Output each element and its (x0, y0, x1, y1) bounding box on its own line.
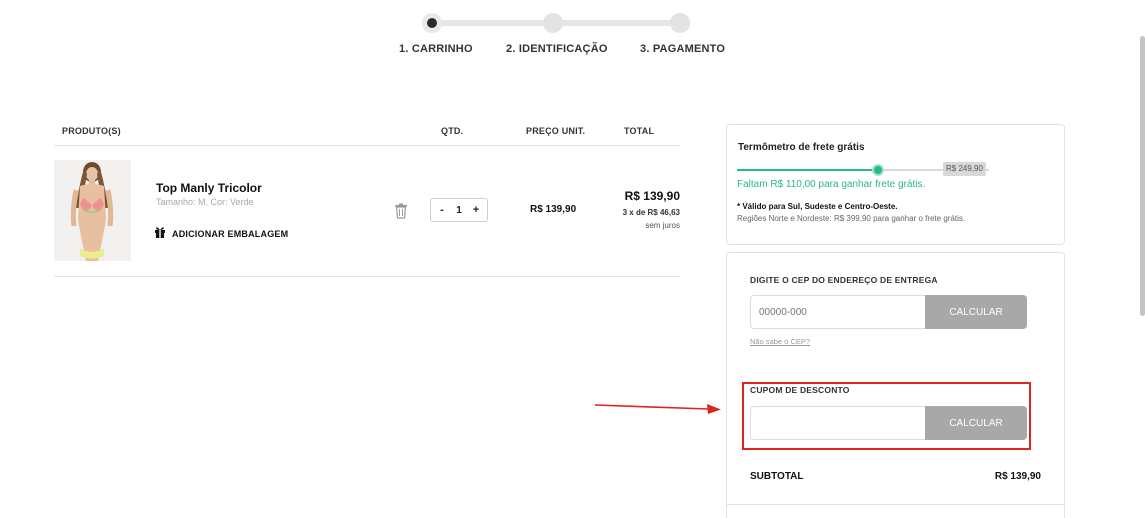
add-gift-wrap-button[interactable]: ADICIONAR EMBALAGEM (154, 225, 288, 243)
step-3-dot (670, 13, 690, 33)
product-image[interactable] (54, 160, 131, 261)
thermometer-title: Termômetro de frete grátis (738, 142, 865, 153)
quantity-stepper: - 1 + (430, 198, 488, 222)
step-3-label: 3. PAGAMENTO (640, 43, 726, 55)
remaining-message: Faltam R$ 110,00 para ganhar frete gráti… (737, 179, 926, 190)
checkout-stepper: 1. CARRINHO 2. IDENTIFICAÇÃO 3. PAGAMENT… (0, 0, 1145, 70)
installments-text: 3 x de R$ 46,63 (623, 208, 680, 217)
thermometer-goal-badge: R$ 249,90 (943, 162, 986, 176)
cep-label: DIGITE O CEP DO ENDEREÇO DE ENTREGA (750, 275, 938, 285)
thermometer-fill (737, 169, 879, 171)
unit-price: R$ 139,90 (530, 204, 577, 215)
cep-input[interactable] (750, 295, 925, 329)
coupon-label: CUPOM DE DESCONTO (750, 385, 850, 395)
qty-increase-button[interactable]: + (471, 204, 481, 216)
header-unit-price: PREÇO UNIT. (526, 126, 586, 136)
apply-coupon-button[interactable]: CALCULAR (925, 406, 1027, 440)
order-summary-panel: DIGITE O CEP DO ENDEREÇO DE ENTREGA CALC… (726, 252, 1065, 518)
gift-icon (154, 225, 166, 243)
cart-item-row: Top Manly Tricolor Tamanho: M, Cor: Verd… (54, 146, 680, 277)
coupon-input[interactable] (750, 406, 925, 440)
subtotal-label: SUBTOTAL (750, 471, 804, 482)
thermometer-knob (872, 164, 885, 176)
product-name[interactable]: Top Manly Tricolor (156, 181, 262, 195)
calculate-shipping-button[interactable]: CALCULAR (925, 295, 1027, 329)
trash-icon[interactable] (394, 203, 408, 219)
page-scrollbar[interactable] (1140, 36, 1145, 316)
header-product: PRODUTO(S) (62, 126, 121, 136)
installments-prefix: 3 x de (622, 208, 646, 217)
header-qty: QTD. (441, 126, 464, 136)
valid-regions-note: * Válido para Sul, Sudeste e Centro-Oest… (737, 202, 898, 211)
qty-value[interactable]: 1 (456, 205, 462, 216)
cep-input-group: CALCULAR (750, 295, 1027, 329)
step-1-dot (422, 13, 442, 33)
header-total: TOTAL (624, 126, 655, 136)
cep-help-link[interactable]: Não sabe o CEP? (750, 337, 810, 346)
cart-table-header: PRODUTO(S) QTD. PREÇO UNIT. TOTAL (54, 120, 680, 146)
coupon-input-group: CALCULAR (750, 406, 1027, 440)
product-variant: Tamanho: M, Cor: Verde (156, 197, 254, 207)
annotation-arrow-icon (594, 404, 721, 414)
add-gift-wrap-label: ADICIONAR EMBALAGEM (172, 229, 289, 239)
installments-value: R$ 46,63 (647, 208, 680, 217)
qty-decrease-button[interactable]: - (437, 204, 447, 216)
free-shipping-thermometer: Termômetro de frete grátis R$ 249,90 Fal… (726, 124, 1065, 245)
summary-divider (727, 504, 1064, 505)
other-regions-note: Regiões Norte e Nordeste: R$ 399,90 para… (737, 214, 966, 223)
subtotal-value: R$ 139,90 (994, 471, 1041, 482)
step-1-label: 1. CARRINHO (399, 43, 473, 55)
step-2-dot (543, 13, 563, 33)
interest-text: sem juros (645, 221, 680, 230)
total-price: R$ 139,90 (624, 189, 680, 203)
step-2-label: 2. IDENTIFICAÇÃO (506, 43, 608, 55)
